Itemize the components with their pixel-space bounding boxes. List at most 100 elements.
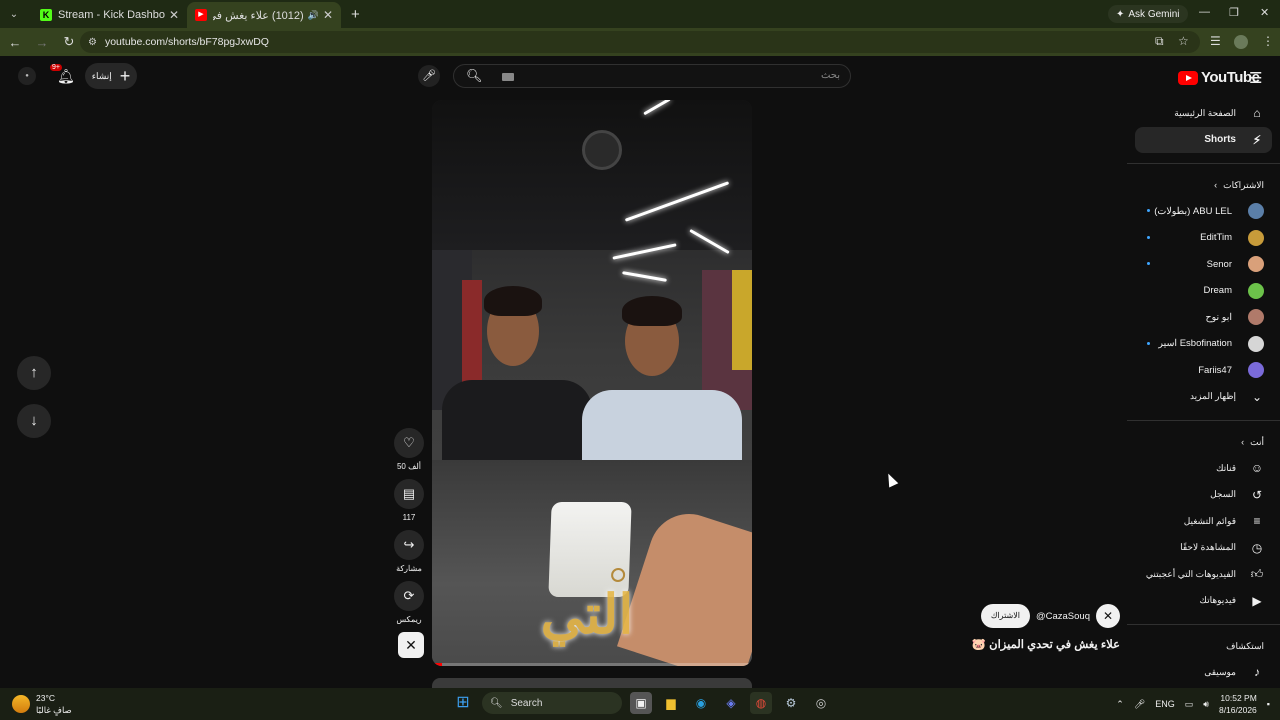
- browser-tab-strip: ⌄ K Stream - Kick Dashboard ✕ ▶ (1012) ع…: [0, 0, 1280, 28]
- minimize-icon[interactable]: —: [1199, 6, 1210, 18]
- edge-browser-icon[interactable]: ◉: [690, 692, 712, 714]
- youtube-favicon-icon: ▶: [195, 9, 207, 21]
- sidebar-item-channel[interactable]: ☺ قناتك: [1127, 455, 1280, 482]
- taskbar-search[interactable]: 🔍︎ Search: [482, 692, 622, 714]
- forward-icon[interactable]: →: [30, 35, 54, 50]
- notifications-icon[interactable]: ▪: [1267, 699, 1270, 709]
- sidebar-item-liked[interactable]: 👍︎ الفيديوهات التي أعجبتني: [1127, 561, 1280, 588]
- account-avatar[interactable]: ●: [18, 67, 36, 85]
- comment-icon[interactable]: ▤: [394, 479, 424, 509]
- sidebar: ⌂ الصفحة الرئيسية ⚡︎ Shorts الاشتراكات ›…: [1127, 100, 1280, 688]
- subscription-name: EditTim: [1200, 232, 1232, 244]
- notification-count-badge: 9+: [50, 64, 62, 71]
- windows-start-icon[interactable]: ⊞: [452, 692, 474, 714]
- sidebar-item-watch-later[interactable]: ◷ المشاهدة لاحقًا: [1127, 535, 1280, 562]
- next-short-preview[interactable]: [432, 678, 752, 688]
- previous-short-button[interactable]: ↑: [17, 356, 51, 390]
- app-icon[interactable]: ◎: [810, 692, 832, 714]
- liked-icon: 👍︎: [1250, 566, 1264, 581]
- sidebar-item-music[interactable]: ♪ موسيقى: [1127, 659, 1280, 686]
- like-icon[interactable]: ♡: [394, 428, 424, 458]
- tab-youtube-short[interactable]: ▶ (1012) علاء يغش في تحدي ال 🔊 ✕: [187, 2, 341, 28]
- sidebar-item-label: قوائم التشغيل: [1183, 515, 1236, 526]
- tray-overflow-icon[interactable]: ⌃: [1116, 699, 1124, 710]
- sidebar-item-home[interactable]: ⌂ الصفحة الرئيسية: [1127, 100, 1280, 127]
- hamburger-menu-icon[interactable]: ☰: [1249, 69, 1262, 87]
- subscription-item[interactable]: Senor: [1127, 251, 1280, 278]
- task-view-icon[interactable]: ▣: [630, 692, 652, 714]
- subscription-item[interactable]: Fariis47: [1127, 357, 1280, 384]
- reading-list-icon[interactable]: ☰: [1210, 34, 1221, 48]
- close-tab-icon[interactable]: ✕: [323, 8, 333, 22]
- browser-menu-icon[interactable]: ⋮: [1262, 34, 1274, 48]
- shorts-icon: ⚡︎: [1252, 132, 1262, 147]
- you-header[interactable]: أنت ›: [1127, 429, 1280, 455]
- new-tab-button[interactable]: +: [351, 6, 360, 23]
- sidebar-item-history[interactable]: ↺ السجل: [1127, 482, 1280, 509]
- subscribe-button[interactable]: الاشتراك: [980, 604, 1030, 628]
- chrome-icon[interactable]: ◍: [750, 692, 772, 714]
- subscriptions-header[interactable]: الاشتراكات ›: [1127, 172, 1280, 198]
- store-shelf: [732, 270, 752, 370]
- profile-avatar[interactable]: [1234, 35, 1248, 49]
- remix-icon[interactable]: ⟳: [394, 581, 424, 611]
- subscription-item[interactable]: ابو نوح: [1127, 304, 1280, 331]
- site-info-icon[interactable]: ⚙: [88, 37, 97, 48]
- ceiling-light: [622, 271, 667, 282]
- close-window-icon[interactable]: ✕: [1260, 6, 1269, 19]
- voice-search-icon[interactable]: 🎤︎: [418, 65, 440, 87]
- notifications-bell-icon[interactable]: 🔔︎ 9+: [50, 64, 75, 85]
- file-explorer-icon[interactable]: ▆: [660, 692, 682, 714]
- back-icon[interactable]: ←: [3, 35, 27, 50]
- install-app-icon[interactable]: ⧉: [1155, 34, 1164, 49]
- address-bar[interactable]: ⚙ youtube.com/shorts/bF78pgJxwDQ: [80, 31, 1200, 53]
- bookmark-star-icon[interactable]: ☆: [1178, 34, 1189, 48]
- person-left-hair: [484, 286, 542, 316]
- speaker-icon[interactable]: 🔊: [308, 10, 319, 21]
- comment-count: 117: [402, 513, 416, 522]
- reload-icon[interactable]: ↻: [57, 34, 81, 50]
- ask-gemini-button[interactable]: ✦ Ask Gemini: [1108, 5, 1188, 23]
- create-button[interactable]: إنشاء +: [85, 63, 137, 89]
- ask-gemini-label: Ask Gemini: [1128, 8, 1180, 20]
- sidebar-item-your-videos[interactable]: ▶ فيديوهاتك: [1127, 588, 1280, 615]
- sound-thumbnail-icon[interactable]: ✕: [398, 632, 424, 658]
- clock[interactable]: 10:52 PM 8/16/2026: [1219, 692, 1257, 716]
- network-icon[interactable]: ▭: [1185, 699, 1194, 710]
- show-more-button[interactable]: ⌄ إظهار المزيد: [1127, 384, 1280, 411]
- channel-avatar: [1248, 229, 1264, 246]
- tab-search-dropdown-icon[interactable]: ⌄: [4, 4, 24, 24]
- mouse-cursor: [883, 471, 899, 488]
- volume-icon[interactable]: 🔊︎: [1203, 699, 1209, 710]
- remix-action: ⟳ ريمكس: [392, 581, 426, 624]
- youtube-logo[interactable]: YouTube: [1178, 69, 1260, 86]
- next-short-button[interactable]: ↓: [17, 404, 51, 438]
- discord-icon[interactable]: ◈: [720, 692, 742, 714]
- video-progress-bar[interactable]: [432, 663, 752, 666]
- channel-avatar: [1248, 362, 1264, 379]
- language-indicator[interactable]: ENG: [1155, 699, 1175, 709]
- sidebar-item-playlists[interactable]: ≡ قوائم التشغيل: [1127, 508, 1280, 535]
- subscription-item[interactable]: Esbofination اسير: [1127, 331, 1280, 358]
- close-tab-icon[interactable]: ✕: [169, 8, 179, 22]
- search-box[interactable]: 🔍︎ بحث: [453, 64, 851, 88]
- channel-avatar: [1248, 335, 1264, 352]
- keyboard-icon[interactable]: [502, 73, 514, 81]
- weather-widget[interactable]: 23°C صافٍ غالبًا: [12, 692, 72, 716]
- subscription-item[interactable]: Dream: [1127, 278, 1280, 305]
- restore-icon[interactable]: ❐: [1229, 6, 1239, 19]
- subscription-item[interactable]: ABU LEL (بطولات): [1127, 198, 1280, 225]
- share-icon[interactable]: ↪: [394, 530, 424, 560]
- subscription-item[interactable]: EditTim: [1127, 225, 1280, 252]
- short-video-player[interactable]: التي: [432, 100, 752, 666]
- tab-kick-dashboard[interactable]: K Stream - Kick Dashboard ✕: [32, 2, 187, 28]
- channel-handle[interactable]: @CazaSouq: [1036, 611, 1090, 622]
- search-icon[interactable]: 🔍︎: [466, 68, 483, 84]
- sidebar-item-label: فيديوهاتك: [1199, 595, 1236, 606]
- sidebar-item-shorts[interactable]: ⚡︎ Shorts: [1135, 126, 1272, 153]
- steam-icon[interactable]: ⚙: [780, 692, 802, 714]
- microphone-icon[interactable]: 🎤︎: [1134, 699, 1145, 710]
- channel-avatar[interactable]: ✕: [1096, 604, 1120, 628]
- taskbar-search-label: Search: [510, 697, 543, 709]
- tab-title: Stream - Kick Dashboard: [58, 9, 165, 21]
